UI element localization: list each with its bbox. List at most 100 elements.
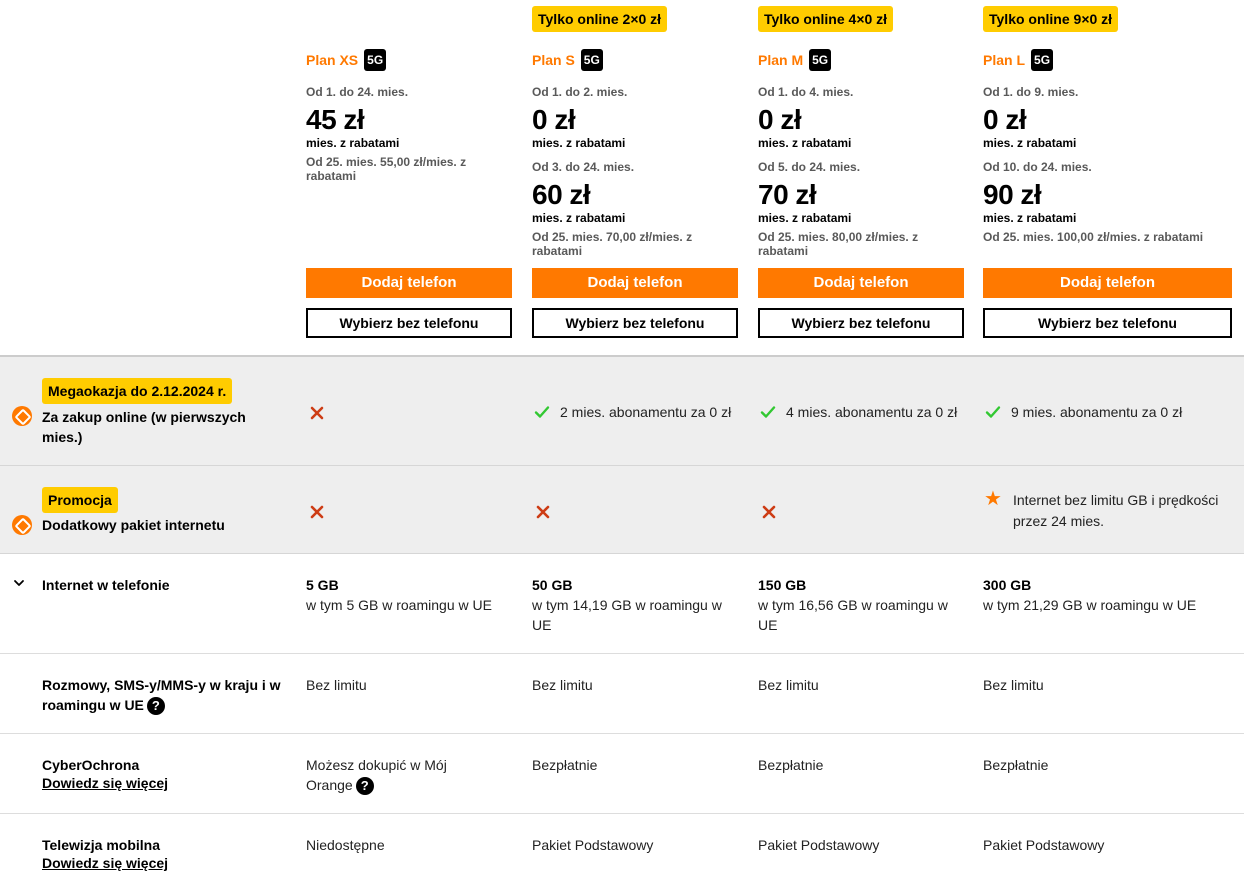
price-value: 45 zł: [306, 104, 365, 135]
cross-icon: [536, 505, 550, 519]
promo-tag-icon: [12, 406, 32, 426]
5g-badge: 5G: [580, 49, 603, 71]
price-period: Od 1. do 9. mies.: [983, 85, 1079, 99]
cell-value: 4 mies. abonamentu za 0 zł: [786, 404, 958, 420]
cell-value: Pakiet Podstawowy: [758, 837, 880, 853]
check-icon: [760, 406, 776, 418]
price-after-note: Od 25. mies. 55,00 zł/mies. z rabatami: [306, 155, 467, 183]
price-period: Od 1. do 24. mies.: [306, 85, 409, 99]
roaming-note: w tym 16,56 GB w roamingu w UE: [758, 597, 948, 633]
calls-row: Rozmowy, SMS-y/MMS-y w kraju i w roaming…: [0, 654, 1244, 733]
cell-value: Bez limitu: [532, 677, 593, 693]
check-icon: [534, 406, 550, 418]
help-icon[interactable]: ?: [355, 777, 374, 796]
roaming-note: w tym 14,19 GB w roamingu w UE: [532, 597, 722, 633]
internet-row[interactable]: Internet w telefonie 5 GB w tym 5 GB w r…: [0, 554, 1244, 653]
price-unit: mies. z rabatami: [532, 136, 626, 150]
plan-title: Plan S: [532, 52, 575, 68]
cross-icon: [762, 505, 776, 519]
roaming-note: w tym 5 GB w roamingu w UE: [306, 597, 492, 613]
price-period: Od 3. do 24. mies.: [532, 160, 635, 174]
price-after-note: Od 25. mies. 70,00 zł/mies. z rabatami: [532, 230, 693, 258]
add-phone-button[interactable]: Dodaj telefon: [983, 268, 1232, 298]
plan-title: Plan L: [983, 52, 1026, 68]
price-period: Od 10. do 24. mies.: [983, 160, 1092, 174]
cell-value: Bez limitu: [983, 677, 1044, 693]
row-label: Internet w telefonie: [42, 577, 170, 593]
plan-name: Plan M 5G: [758, 48, 964, 72]
price-after-note: Od 25. mies. 80,00 zł/mies. z rabatami: [758, 230, 919, 258]
megaokazja-row: Megaokazja do 2.12.2024 r. Za zakup onli…: [0, 357, 1244, 465]
cell-value: Bezpłatnie: [758, 757, 824, 773]
cell-value: Pakiet Podstawowy: [983, 837, 1105, 853]
5g-badge: 5G: [364, 49, 387, 71]
cell-value: Możesz dokupić w Mój Orange?: [306, 755, 481, 796]
data-amount: 5 GB: [306, 577, 339, 593]
online-only-badge: Tylko online 4×0 zł: [758, 6, 894, 32]
row-label: Rozmowy, SMS-y/MMS-y w kraju i w roaming…: [42, 675, 282, 716]
cyber-row: CyberOchrona Dowiedz się więcej Możesz d…: [0, 734, 1244, 813]
price-value: 70 zł: [758, 179, 817, 210]
help-icon[interactable]: ?: [146, 697, 165, 716]
add-phone-button[interactable]: Dodaj telefon: [758, 268, 964, 298]
price-value: 0 zł: [758, 104, 802, 135]
price-unit: mies. z rabatami: [983, 211, 1077, 225]
row-label: Telewizja mobilna: [42, 837, 160, 853]
price-value: 90 zł: [983, 179, 1042, 210]
price-value: 0 zł: [983, 104, 1027, 135]
price-unit: mies. z rabatami: [758, 211, 852, 225]
price-unit: mies. z rabatami: [306, 136, 400, 150]
cell-value: Bezpłatnie: [532, 757, 598, 773]
price-period: Od 5. do 24. mies.: [758, 160, 861, 174]
cross-icon: [310, 406, 324, 420]
learn-more-link[interactable]: Dowiedz się więcej: [42, 774, 168, 792]
promocja-row: Promocja Dodatkowy pakiet internetu ★ In…: [0, 466, 1244, 553]
online-only-badge: Tylko online 2×0 zł: [532, 6, 668, 32]
row-label: Dodatkowy pakiet internetu: [42, 517, 225, 533]
add-phone-button[interactable]: Dodaj telefon: [532, 268, 738, 298]
5g-badge: 5G: [1031, 49, 1054, 71]
roaming-note: w tym 21,29 GB w roamingu w UE: [983, 597, 1197, 613]
plan-name: Plan S 5G: [532, 48, 738, 72]
megaokazja-tag: Megaokazja do 2.12.2024 r.: [42, 378, 233, 404]
cell-value: Niedostępne: [306, 837, 385, 853]
promo-tag-icon: [12, 515, 32, 535]
learn-more-link[interactable]: Dowiedz się więcej: [42, 854, 168, 872]
choose-without-phone-button[interactable]: Wybierz bez telefonu: [758, 308, 964, 338]
price-unit: mies. z rabatami: [758, 136, 852, 150]
price-period: Od 1. do 2. mies.: [532, 85, 628, 99]
data-amount: 150 GB: [758, 577, 807, 593]
data-amount: 300 GB: [983, 577, 1032, 593]
cross-icon: [310, 505, 324, 519]
plan-title: Plan XS: [306, 52, 359, 68]
price-value: 60 zł: [532, 179, 591, 210]
data-amount: 50 GB: [532, 577, 573, 593]
price-after-note: Od 25. mies. 100,00 zł/mies. z rabatami: [983, 230, 1204, 244]
cell-value: 9 mies. abonamentu za 0 zł: [1011, 404, 1183, 420]
choose-without-phone-button[interactable]: Wybierz bez telefonu: [532, 308, 738, 338]
star-icon: ★: [984, 488, 1002, 510]
online-only-badge: Tylko online 9×0 zł: [983, 6, 1119, 32]
plan-name: Plan L 5G: [983, 48, 1232, 72]
plan-name: Plan XS 5G: [306, 48, 512, 72]
choose-without-phone-button[interactable]: Wybierz bez telefonu: [983, 308, 1232, 338]
tv-row: Telewizja mobilna Dowiedz się więcej Nie…: [0, 814, 1244, 885]
cell-value-text: Możesz dokupić w Mój Orange: [306, 757, 447, 793]
plan-title: Plan M: [758, 52, 804, 68]
5g-badge: 5G: [809, 49, 832, 71]
cell-value: Internet bez limitu GB i prędkości przez…: [1013, 492, 1219, 529]
choose-without-phone-button[interactable]: Wybierz bez telefonu: [306, 308, 512, 338]
add-phone-button[interactable]: Dodaj telefon: [306, 268, 512, 298]
chevron-down-icon[interactable]: [12, 576, 26, 590]
row-label: CyberOchrona: [42, 757, 140, 773]
check-icon: [985, 406, 1001, 418]
cell-value: 2 mies. abonamentu za 0 zł: [560, 404, 732, 420]
price-unit: mies. z rabatami: [532, 211, 626, 225]
cell-value: Pakiet Podstawowy: [532, 837, 654, 853]
cell-value: Bez limitu: [306, 677, 367, 693]
promocja-tag: Promocja: [42, 487, 118, 513]
cell-value: Bez limitu: [758, 677, 819, 693]
price-period: Od 1. do 4. mies.: [758, 85, 854, 99]
price-unit: mies. z rabatami: [983, 136, 1077, 150]
price-value: 0 zł: [532, 104, 576, 135]
